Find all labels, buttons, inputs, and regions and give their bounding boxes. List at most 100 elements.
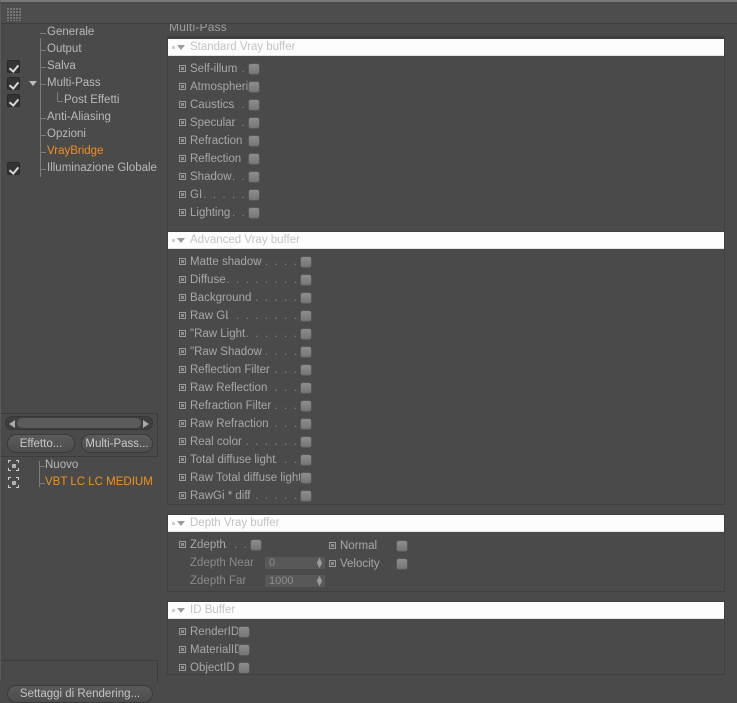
group-header[interactable]: ID Buffer [168,602,724,619]
param-checkbox[interactable] [300,292,312,304]
param-row[interactable]: Normal [318,537,478,555]
scroll-left-arrow-icon[interactable] [9,420,15,428]
param-row[interactable]: Raw Reflection. . . . . [168,379,724,397]
channel-link-icon[interactable] [179,258,186,265]
channel-link-icon[interactable] [179,65,186,72]
horizontal-scrollbar[interactable] [5,416,153,430]
list-item[interactable]: Nuovo [1,457,158,474]
param-checkbox[interactable] [300,382,312,394]
sidebar-item-output[interactable]: Output [1,41,158,58]
enable-checkbox[interactable] [7,94,20,107]
channel-link-icon[interactable] [179,276,186,283]
param-checkbox[interactable] [238,626,250,638]
group-header[interactable]: Advanced Vray buffer [168,232,724,249]
channel-link-icon[interactable] [179,330,186,337]
param-row[interactable]: Refraction [168,132,724,150]
channel-link-icon[interactable] [179,384,186,391]
param-row[interactable]: Specular. . . [168,114,724,132]
param-row[interactable]: Raw Total diffuse light [168,469,724,487]
param-checkbox[interactable] [248,117,260,129]
channel-link-icon[interactable] [179,137,186,144]
channel-link-icon[interactable] [179,628,186,635]
param-checkbox[interactable] [300,364,312,376]
param-row[interactable]: Shadow. . . [168,168,724,186]
param-checkbox[interactable] [396,540,408,552]
number-input[interactable]: 1000 ▲ ▼ [264,574,326,588]
chevron-down-icon[interactable] [177,608,185,613]
param-checkbox[interactable] [300,328,312,340]
param-row[interactable]: Atmospheric [168,78,724,96]
channel-link-icon[interactable] [179,456,186,463]
stepper-icon[interactable]: ▲ ▼ [315,574,324,588]
group-header[interactable]: Standard Vray buffer [168,39,724,56]
multi-pass-button[interactable]: Multi-Pass... [81,434,153,453]
enable-checkbox[interactable] [7,60,20,73]
param-checkbox[interactable] [300,310,312,322]
render-settings-button[interactable]: Settaggi di Rendering... [7,685,153,703]
channel-link-icon[interactable] [179,348,186,355]
param-checkbox[interactable] [238,644,250,656]
channel-link-icon[interactable] [179,366,186,373]
list-item[interactable]: VBT LC LC MEDIUM [1,474,158,491]
param-row[interactable]: "Raw Shadow. . . . . . [168,343,724,361]
number-input[interactable]: 0 ▲ ▼ [264,556,326,570]
channel-link-icon[interactable] [179,101,186,108]
param-row[interactable]: Real color. . . . . . . . [168,433,724,451]
effetto-button[interactable]: Effetto... [7,434,75,453]
param-row[interactable]: Diffuse. . . . . . . . . [168,271,724,289]
enable-checkbox[interactable] [7,162,20,175]
sidebar-item-salva[interactable]: Salva [1,58,158,75]
channel-link-icon[interactable] [179,646,186,653]
param-row[interactable]: Reflection [168,150,724,168]
multipass-layer-icon[interactable] [8,477,19,488]
channel-link-icon[interactable] [329,560,336,567]
param-checkbox[interactable] [238,662,250,674]
param-checkbox[interactable] [300,274,312,286]
sidebar-item-illuminazione-globale[interactable]: Illuminazione Globale [1,160,158,177]
param-checkbox[interactable] [300,436,312,448]
sidebar-item-opzioni[interactable]: Opzioni [1,126,158,143]
param-row[interactable]: Reflection Filter. . . . . [168,361,724,379]
chevron-down-icon[interactable] [177,238,185,243]
channel-link-icon[interactable] [179,541,186,548]
param-row[interactable]: RenderID [168,623,724,641]
param-checkbox[interactable] [248,81,260,93]
multipass-layer-list[interactable]: Nuovo VBT LC LC MEDIUM [1,456,158,661]
channel-link-icon[interactable] [179,83,186,90]
drag-grip-icon[interactable] [7,8,21,21]
param-row[interactable]: MaterialID [168,641,724,659]
param-row[interactable]: Velocity [318,555,478,573]
param-row[interactable]: Raw Refraction. . . . . [168,415,724,433]
sidebar-item-vraybridge[interactable]: VrayBridge [1,143,158,160]
channel-link-icon[interactable] [179,294,186,301]
channel-link-icon[interactable] [179,173,186,180]
param-checkbox[interactable] [396,558,408,570]
chevron-down-icon[interactable] [177,521,185,526]
scrollbar-thumb[interactable] [17,418,141,428]
render-settings-tree[interactable]: Generale Output Salva Multi-Pass Post Effett… [1,24,158,414]
param-row[interactable]: Lighting. . . [168,204,724,222]
channel-link-icon[interactable] [179,312,186,319]
enable-checkbox[interactable] [7,77,20,90]
param-checkbox[interactable] [248,171,260,183]
channel-link-icon[interactable] [179,119,186,126]
sidebar-item-multi-pass[interactable]: Multi-Pass [1,75,158,92]
channel-link-icon[interactable] [179,402,186,409]
sidebar-item-post-effetti[interactable]: Post Effetti [1,92,158,109]
channel-link-icon[interactable] [329,542,336,549]
multipass-layer-icon[interactable] [8,460,19,471]
param-row[interactable]: Zdepth Far 1000 ▲ ▼ [168,572,724,590]
channel-link-icon[interactable] [179,155,186,162]
param-checkbox[interactable] [300,472,312,484]
param-checkbox[interactable] [248,207,260,219]
channel-link-icon[interactable] [179,492,186,499]
param-row[interactable]: Self-illum. . . [168,60,724,78]
param-checkbox[interactable] [248,189,260,201]
param-checkbox[interactable] [248,135,260,147]
param-row[interactable]: Caustics. . . [168,96,724,114]
group-header[interactable]: Depth Vray buffer [168,515,724,532]
param-checkbox[interactable] [300,400,312,412]
channel-link-icon[interactable] [179,438,186,445]
param-checkbox[interactable] [300,256,312,268]
param-checkbox[interactable] [300,490,312,502]
